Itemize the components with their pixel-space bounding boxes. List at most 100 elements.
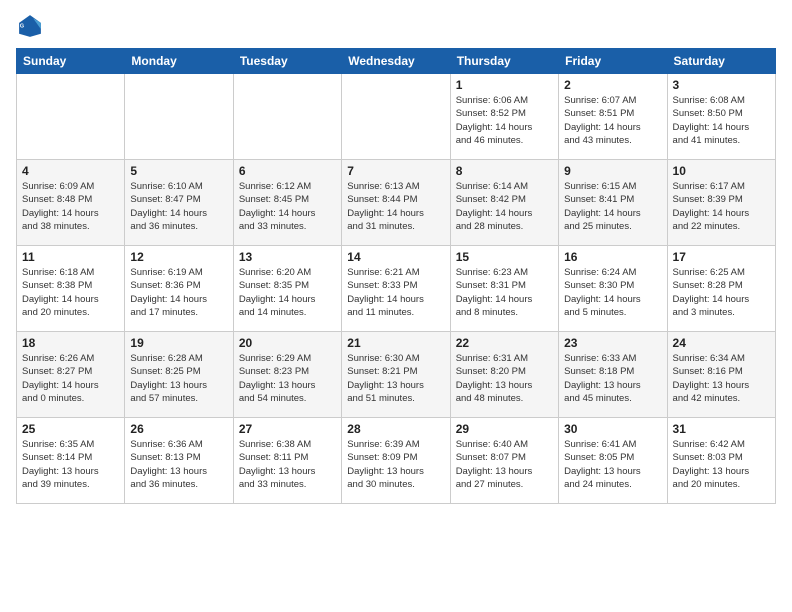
day-number: 31 <box>673 422 770 436</box>
calendar-cell: 27Sunrise: 6:38 AM Sunset: 8:11 PM Dayli… <box>233 418 341 504</box>
day-info: Sunrise: 6:25 AM Sunset: 8:28 PM Dayligh… <box>673 266 770 319</box>
calendar-week-row: 4 Sunrise: 6:09 AM Sunset: 8:48 PM Daylig… <box>17 160 776 246</box>
day-info: Sunrise: 6:07 AM Sunset: 8:51 PM Dayligh… <box>564 94 661 147</box>
weekday-header: Thursday <box>450 49 558 74</box>
calendar-cell: 15Sunrise: 6:23 AM Sunset: 8:31 PM Dayli… <box>450 246 558 332</box>
day-info: Sunrise: 6:40 AM Sunset: 8:07 PM Dayligh… <box>456 438 553 491</box>
day-info: Sunrise: 6:33 AM Sunset: 8:18 PM Dayligh… <box>564 352 661 405</box>
weekday-header: Friday <box>559 49 667 74</box>
day-number: 12 <box>130 250 227 264</box>
calendar-cell: 23 Sunrise: 6:33 AM Sunset: 8:18 PM Dayli… <box>559 332 667 418</box>
calendar-cell: 19 Sunrise: 6:28 AM Sunset: 8:25 PM Dayli… <box>125 332 233 418</box>
page: G SundayMondayTuesdayWednesdayThursdayFr… <box>0 0 792 612</box>
calendar-cell: 11 Sunrise: 6:18 AM Sunset: 8:38 PM Dayli… <box>17 246 125 332</box>
day-info: Sunrise: 6:18 AM Sunset: 8:38 PM Dayligh… <box>22 266 119 319</box>
calendar-cell <box>17 74 125 160</box>
day-number: 24 <box>673 336 770 350</box>
weekday-header: Tuesday <box>233 49 341 74</box>
weekday-header: Saturday <box>667 49 775 74</box>
day-info: Sunrise: 6:35 AM Sunset: 8:14 PM Dayligh… <box>22 438 119 491</box>
day-info: Sunrise: 6:21 AM Sunset: 8:33 PM Dayligh… <box>347 266 444 319</box>
calendar-cell: 10 Sunrise: 6:17 AM Sunset: 8:39 PM Dayli… <box>667 160 775 246</box>
day-number: 7 <box>347 164 444 178</box>
day-number: 19 <box>130 336 227 350</box>
day-number: 26 <box>130 422 227 436</box>
day-info: Sunrise: 6:38 AM Sunset: 8:11 PM Dayligh… <box>239 438 336 491</box>
calendar-cell: 25Sunrise: 6:35 AM Sunset: 8:14 PM Dayli… <box>17 418 125 504</box>
weekday-header: Wednesday <box>342 49 450 74</box>
calendar-cell: 2 Sunrise: 6:07 AM Sunset: 8:51 PM Daylig… <box>559 74 667 160</box>
calendar-cell: 21Sunrise: 6:30 AM Sunset: 8:21 PM Dayli… <box>342 332 450 418</box>
weekday-header: Monday <box>125 49 233 74</box>
calendar-cell <box>342 74 450 160</box>
day-number: 28 <box>347 422 444 436</box>
calendar-cell: 29 Sunrise: 6:40 AM Sunset: 8:07 PM Dayli… <box>450 418 558 504</box>
calendar-cell: 13 Sunrise: 6:20 AM Sunset: 8:35 PM Dayli… <box>233 246 341 332</box>
day-info: Sunrise: 6:17 AM Sunset: 8:39 PM Dayligh… <box>673 180 770 233</box>
day-number: 11 <box>22 250 119 264</box>
calendar-cell: 3 Sunrise: 6:08 AM Sunset: 8:50 PM Daylig… <box>667 74 775 160</box>
svg-text:G: G <box>20 24 24 30</box>
day-number: 15 <box>456 250 553 264</box>
day-info: Sunrise: 6:12 AM Sunset: 8:45 PM Dayligh… <box>239 180 336 233</box>
calendar-cell: 30 Sunrise: 6:41 AM Sunset: 8:05 PM Dayli… <box>559 418 667 504</box>
calendar-cell: 31 Sunrise: 6:42 AM Sunset: 8:03 PM Dayli… <box>667 418 775 504</box>
day-number: 4 <box>22 164 119 178</box>
day-number: 5 <box>130 164 227 178</box>
calendar-cell: 18Sunrise: 6:26 AM Sunset: 8:27 PM Dayli… <box>17 332 125 418</box>
calendar-cell: 12 Sunrise: 6:19 AM Sunset: 8:36 PM Dayli… <box>125 246 233 332</box>
day-number: 17 <box>673 250 770 264</box>
logo: G <box>16 12 46 40</box>
day-info: Sunrise: 6:34 AM Sunset: 8:16 PM Dayligh… <box>673 352 770 405</box>
calendar-cell: 16 Sunrise: 6:24 AM Sunset: 8:30 PM Dayli… <box>559 246 667 332</box>
day-number: 13 <box>239 250 336 264</box>
calendar-cell: 8Sunrise: 6:14 AM Sunset: 8:42 PM Daylig… <box>450 160 558 246</box>
day-info: Sunrise: 6:09 AM Sunset: 8:48 PM Dayligh… <box>22 180 119 233</box>
calendar-cell: 6Sunrise: 6:12 AM Sunset: 8:45 PM Daylig… <box>233 160 341 246</box>
day-info: Sunrise: 6:28 AM Sunset: 8:25 PM Dayligh… <box>130 352 227 405</box>
day-number: 1 <box>456 78 553 92</box>
calendar-cell: 24 Sunrise: 6:34 AM Sunset: 8:16 PM Dayli… <box>667 332 775 418</box>
day-number: 23 <box>564 336 661 350</box>
day-info: Sunrise: 6:10 AM Sunset: 8:47 PM Dayligh… <box>130 180 227 233</box>
day-info: Sunrise: 6:06 AM Sunset: 8:52 PM Dayligh… <box>456 94 553 147</box>
day-number: 22 <box>456 336 553 350</box>
calendar-cell: 22Sunrise: 6:31 AM Sunset: 8:20 PM Dayli… <box>450 332 558 418</box>
calendar-cell: 9 Sunrise: 6:15 AM Sunset: 8:41 PM Daylig… <box>559 160 667 246</box>
day-info: Sunrise: 6:36 AM Sunset: 8:13 PM Dayligh… <box>130 438 227 491</box>
day-number: 3 <box>673 78 770 92</box>
day-number: 14 <box>347 250 444 264</box>
calendar-week-row: 11 Sunrise: 6:18 AM Sunset: 8:38 PM Dayli… <box>17 246 776 332</box>
day-info: Sunrise: 6:24 AM Sunset: 8:30 PM Dayligh… <box>564 266 661 319</box>
calendar-cell: 17 Sunrise: 6:25 AM Sunset: 8:28 PM Dayli… <box>667 246 775 332</box>
day-number: 9 <box>564 164 661 178</box>
calendar-cell: 26 Sunrise: 6:36 AM Sunset: 8:13 PM Dayli… <box>125 418 233 504</box>
calendar-week-row: 18Sunrise: 6:26 AM Sunset: 8:27 PM Dayli… <box>17 332 776 418</box>
calendar-table: SundayMondayTuesdayWednesdayThursdayFrid… <box>16 48 776 504</box>
day-info: Sunrise: 6:20 AM Sunset: 8:35 PM Dayligh… <box>239 266 336 319</box>
day-info: Sunrise: 6:30 AM Sunset: 8:21 PM Dayligh… <box>347 352 444 405</box>
calendar-cell <box>233 74 341 160</box>
calendar-cell: 5 Sunrise: 6:10 AM Sunset: 8:47 PM Daylig… <box>125 160 233 246</box>
day-number: 30 <box>564 422 661 436</box>
calendar-cell: 14 Sunrise: 6:21 AM Sunset: 8:33 PM Dayli… <box>342 246 450 332</box>
calendar-cell: 28 Sunrise: 6:39 AM Sunset: 8:09 PM Dayli… <box>342 418 450 504</box>
day-number: 29 <box>456 422 553 436</box>
calendar-week-row: 1 Sunrise: 6:06 AM Sunset: 8:52 PM Daylig… <box>17 74 776 160</box>
day-info: Sunrise: 6:39 AM Sunset: 8:09 PM Dayligh… <box>347 438 444 491</box>
day-number: 10 <box>673 164 770 178</box>
day-number: 8 <box>456 164 553 178</box>
calendar-week-row: 25Sunrise: 6:35 AM Sunset: 8:14 PM Dayli… <box>17 418 776 504</box>
day-info: Sunrise: 6:08 AM Sunset: 8:50 PM Dayligh… <box>673 94 770 147</box>
day-info: Sunrise: 6:19 AM Sunset: 8:36 PM Dayligh… <box>130 266 227 319</box>
day-info: Sunrise: 6:41 AM Sunset: 8:05 PM Dayligh… <box>564 438 661 491</box>
calendar-cell: 20Sunrise: 6:29 AM Sunset: 8:23 PM Dayli… <box>233 332 341 418</box>
day-number: 16 <box>564 250 661 264</box>
day-info: Sunrise: 6:15 AM Sunset: 8:41 PM Dayligh… <box>564 180 661 233</box>
day-info: Sunrise: 6:42 AM Sunset: 8:03 PM Dayligh… <box>673 438 770 491</box>
calendar-cell: 7Sunrise: 6:13 AM Sunset: 8:44 PM Daylig… <box>342 160 450 246</box>
day-number: 20 <box>239 336 336 350</box>
day-number: 2 <box>564 78 661 92</box>
calendar-cell: 4 Sunrise: 6:09 AM Sunset: 8:48 PM Daylig… <box>17 160 125 246</box>
calendar-cell <box>125 74 233 160</box>
